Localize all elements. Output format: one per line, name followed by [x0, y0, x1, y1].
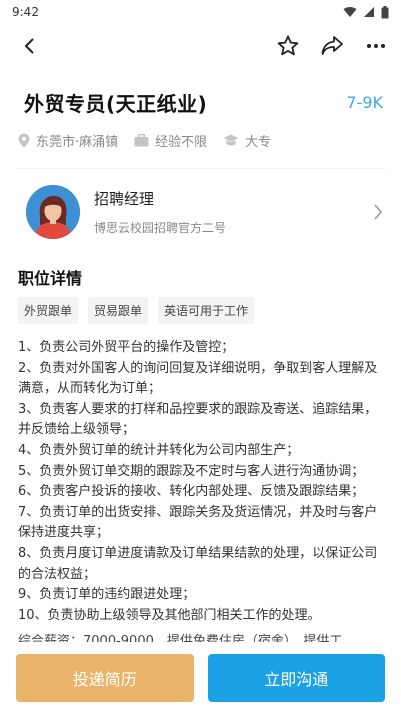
recruiter-name: 招聘经理	[94, 190, 155, 208]
share-icon	[321, 36, 343, 55]
favorite-button[interactable]	[275, 33, 301, 59]
job-title: 外贸专员(天正纸业)	[24, 92, 208, 116]
description-line: 5、负责外贸订单交期的跟踪及不定时与客人进行沟通协调；	[18, 463, 365, 479]
recruiter-info: 招聘经理 博思云校园招聘官方二号	[94, 188, 226, 236]
description-line: 6、负责客户投诉的接收、转化内部处理、反馈及跟踪结果；	[18, 484, 365, 500]
status-icons	[343, 5, 389, 19]
description-line: 7、负责订单的出货安排、跟踪关务及货运情况，并及时与客户保持进度共享；	[18, 504, 378, 541]
description-line: 3、负责客人要求的打样和品控要求的跟踪及寄送、追踪结果，并反馈给上级领导；	[18, 401, 378, 438]
description-line: 4、负责外贸订单的统计并转化为公司内部生产；	[18, 442, 300, 458]
job-tag: 贸易跟单	[88, 297, 149, 324]
location-pin-icon	[18, 133, 30, 148]
job-tag: 英语可用于工作	[158, 297, 255, 324]
battery-icon	[381, 5, 389, 18]
description-line: 9、负责订单的违约跟进处理；	[18, 587, 196, 603]
job-education: 大专	[223, 131, 271, 150]
star-icon	[277, 35, 299, 56]
apply-resume-button[interactable]: 投递简历	[16, 654, 194, 702]
share-button[interactable]	[319, 33, 345, 59]
job-experience: 经验不限	[134, 131, 207, 150]
status-bar: 9:42	[0, 0, 401, 24]
job-tags: 外贸跟单 贸易跟单 英语可用于工作	[0, 289, 401, 324]
action-bar: 投递简历 立即沟通	[0, 648, 401, 714]
job-location-text: 东莞市·麻涌镇	[36, 135, 119, 150]
description-line: 8、负责月度订单进度请款及订单结果结款的处理，以保证公司的合法权益；	[18, 545, 378, 582]
back-button[interactable]	[16, 33, 42, 59]
signal-icon	[364, 7, 374, 17]
details-title: 职位详情	[18, 269, 83, 288]
avatar-illustration	[26, 185, 80, 239]
more-button[interactable]	[363, 33, 389, 59]
back-arrow-icon	[24, 38, 34, 54]
graduation-cap-icon	[223, 134, 239, 146]
job-header: 外贸专员(天正纸业) 7-9K	[0, 68, 401, 117]
job-salary: 7-9K	[346, 93, 383, 112]
description-line-partial: 综合薪资：7000-9000，提供免费住房（宿舍），提供工	[18, 634, 343, 643]
job-meta: 东莞市·麻涌镇 经验不限 大专	[0, 117, 401, 150]
nav-bar	[0, 24, 401, 68]
description-line: 2、负责对外国客人的询问回复及详细说明，争取到客人理解及满意，从而转化为订单；	[18, 360, 378, 397]
briefcase-icon	[134, 134, 149, 147]
chevron-right-icon	[374, 204, 383, 220]
recruiter-avatar	[26, 185, 80, 239]
description-line: 10、负责协助上级领导及其他部门相关工作的处理。	[18, 607, 321, 623]
more-dots-icon	[367, 44, 385, 48]
job-location: 东莞市·麻涌镇	[18, 131, 118, 150]
job-description: 1、负责公司外贸平台的操作及管控； 2、负责对外国客人的询问回复及详细说明，争取…	[0, 324, 401, 642]
recruiter-card[interactable]: 招聘经理 博思云校园招聘官方二号	[0, 169, 401, 255]
chat-now-button[interactable]: 立即沟通	[207, 654, 385, 702]
wifi-icon	[343, 6, 357, 17]
description-line: 1、负责公司外贸平台的操作及管控；	[18, 340, 235, 355]
status-time: 9:42	[12, 5, 39, 19]
job-education-text: 大专	[245, 135, 272, 150]
recruiter-org: 博思云校园招聘官方二号	[94, 221, 227, 235]
job-tag: 外贸跟单	[18, 297, 79, 324]
job-experience-text: 经验不限	[155, 135, 208, 150]
